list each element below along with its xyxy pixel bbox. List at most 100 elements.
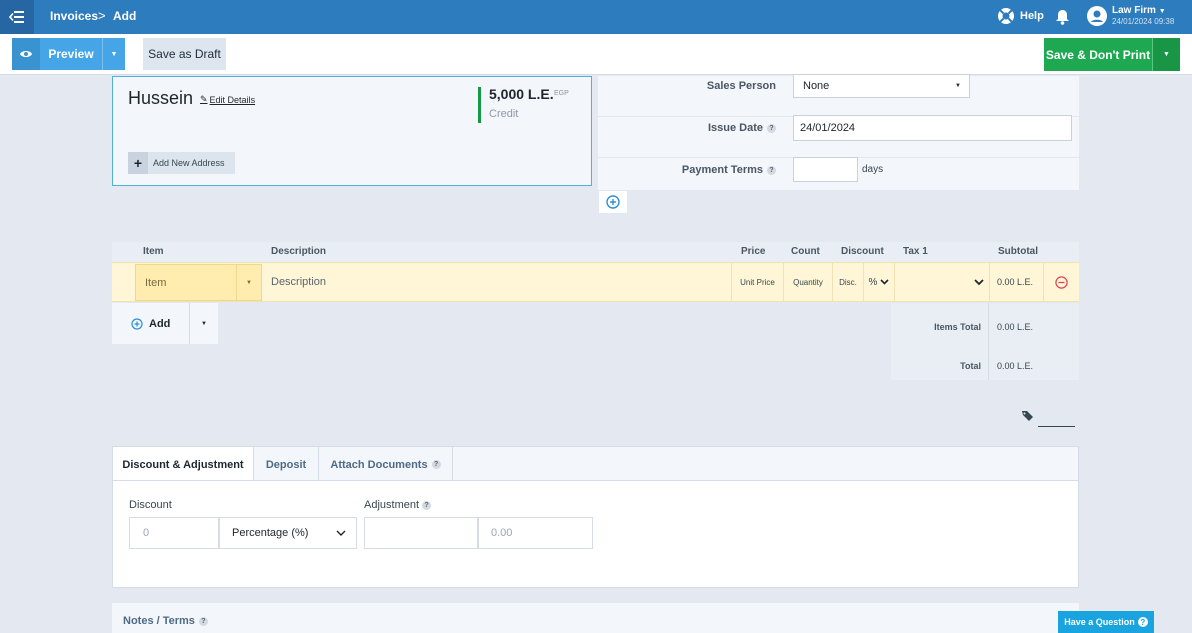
chevron-down-icon — [880, 279, 890, 285]
edit-details-link[interactable]: ✎ Edit Details — [200, 94, 255, 105]
client-name: Hussein — [128, 88, 194, 108]
user-avatar-icon — [1087, 6, 1107, 26]
tab-deposit[interactable]: Deposit — [254, 447, 319, 482]
user-name: Law Firm — [1112, 5, 1156, 16]
item-select[interactable]: Item ▼ — [135, 264, 262, 301]
issue-date-label-wrap: Issue Date ? — [708, 122, 776, 134]
adjustment-name-input[interactable] — [364, 517, 478, 549]
sales-person-select[interactable]: None ▼ — [793, 74, 970, 98]
add-new-address-button[interactable]: + Add New Address — [128, 152, 235, 174]
balance-type: Credit — [489, 108, 519, 120]
discount-type-select[interactable]: % — [864, 263, 895, 301]
menu-toggle-button[interactable] — [0, 0, 34, 34]
payment-terms-input[interactable] — [793, 157, 858, 182]
preview-label: Preview — [48, 47, 94, 61]
tags-input-underline[interactable] — [1038, 426, 1075, 427]
caret-down-icon: ▼ — [1163, 51, 1170, 58]
discount-adjustment-panel: Discount 0 Percentage (%) Adjustment ? 0… — [112, 480, 1079, 588]
item-select-value: Item — [145, 276, 167, 289]
notes-label-wrap: Notes / Terms ? — [123, 615, 208, 627]
client-balance: 5,000 L.E. — [489, 86, 554, 102]
adjustment-value-input[interactable]: 0.00 — [478, 517, 593, 549]
totals-box: Items Total 0.00 L.E. Total 0.00 L.E. — [891, 303, 1079, 380]
payment-terms-row: Payment Terms ? days — [598, 157, 1079, 199]
sales-person-value: None — [803, 80, 830, 92]
preview-button[interactable]: Preview ▼ — [12, 38, 125, 70]
totals-divider — [988, 303, 989, 380]
options-tabs: Discount & Adjustment Deposit Attach Doc… — [112, 446, 1079, 483]
help-icon[interactable]: ? — [767, 123, 776, 133]
edit-details-label: Edit Details — [209, 94, 256, 105]
col-discount: Discount — [841, 246, 884, 257]
total-value: 0.00 L.E. — [997, 361, 1034, 371]
tax1-select[interactable] — [895, 263, 990, 301]
bell-icon — [1056, 10, 1069, 25]
help-icon[interactable]: ? — [767, 165, 776, 175]
discount-type-value: Percentage (%) — [232, 527, 309, 539]
help-icon[interactable]: ? — [431, 460, 441, 469]
user-menu[interactable]: Law Firm ▼ 24/01/2024 09:38 — [1087, 5, 1174, 27]
discount-type-select[interactable]: Percentage (%) — [219, 517, 357, 549]
issue-date-label: Issue Date — [707, 122, 763, 134]
payment-terms-label-wrap: Payment Terms ? — [682, 164, 776, 176]
pencil-icon: ✎ — [200, 94, 208, 104]
balance-indicator — [478, 87, 481, 123]
quantity-input[interactable]: Quantity — [784, 263, 833, 301]
notes-section: Notes / Terms ? — [112, 603, 1079, 633]
help-button[interactable]: Help — [997, 7, 1044, 25]
client-card: Hussein ✎ Edit Details 5,000 L.E. EGP Cr… — [112, 76, 592, 186]
unit-price-input[interactable]: Unit Price — [732, 263, 784, 301]
description-input[interactable]: Description — [262, 263, 732, 301]
discount-type-value: % — [868, 276, 878, 288]
breadcrumb-separator: > — [98, 8, 106, 23]
plus-circle-icon — [606, 195, 620, 209]
help-icon[interactable]: ? — [422, 500, 432, 510]
eye-icon — [12, 38, 40, 70]
sales-person-row: Sales Person None ▼ — [598, 74, 1079, 117]
save-dont-print-button[interactable]: Save & Don't Print ▼ — [1044, 38, 1180, 71]
add-item-dropdown-toggle[interactable]: ▼ — [189, 303, 218, 344]
add-item-button[interactable]: Add — [112, 303, 189, 344]
notes-label: Notes / Terms — [123, 615, 195, 627]
invoice-details-form: Sales Person None ▼ Issue Date ? 24/01/2… — [598, 74, 1079, 190]
notifications-button[interactable] — [1055, 9, 1070, 28]
add-field-button[interactable] — [599, 191, 627, 213]
plus-icon: + — [128, 152, 148, 174]
tab-attach-documents-label: Attach Documents — [330, 458, 428, 471]
tags-button[interactable] — [1021, 410, 1034, 425]
help-icon[interactable]: ? — [198, 616, 208, 626]
tab-discount-adjustment-label: Discount & Adjustment — [122, 459, 244, 471]
lifebuoy-icon — [998, 8, 1014, 24]
discount-label: Discount — [129, 499, 172, 511]
minus-circle-icon — [1055, 275, 1068, 289]
col-subtotal: Subtotal — [998, 246, 1038, 257]
have-a-question-button[interactable]: Have a Question ? — [1058, 611, 1154, 633]
tab-attach-documents[interactable]: Attach Documents ? — [319, 447, 453, 482]
total-label: Total — [960, 361, 981, 371]
sales-person-label: Sales Person — [706, 80, 776, 92]
issue-date-row: Issue Date ? 24/01/2024 — [598, 115, 1079, 158]
chevron-down-icon: ▼ — [1158, 8, 1166, 15]
save-dropdown-toggle[interactable]: ▼ — [1152, 38, 1180, 71]
user-datetime: 24/01/2024 09:38 — [1112, 17, 1175, 26]
col-count: Count — [791, 246, 820, 257]
adjustment-label-wrap: Adjustment ? — [364, 499, 432, 511]
caret-down-icon: ▼ — [955, 83, 961, 89]
tab-deposit-label: Deposit — [265, 458, 307, 471]
col-price: Price — [741, 246, 766, 257]
help-label: Help — [1020, 10, 1044, 22]
col-item: Item — [143, 246, 164, 257]
issue-date-input[interactable]: 24/01/2024 — [793, 115, 1072, 141]
save-draft-button[interactable]: Save as Draft — [143, 38, 226, 70]
items-total-value: 0.00 L.E. — [997, 322, 1034, 332]
caret-down-icon: ▼ — [236, 264, 261, 301]
caret-down-icon: ▼ — [201, 320, 207, 327]
menu-collapse-icon — [9, 11, 24, 23]
preview-dropdown-toggle[interactable]: ▼ — [102, 38, 125, 70]
tab-discount-adjustment[interactable]: Discount & Adjustment — [113, 447, 254, 483]
discount-input[interactable]: Disc. — [833, 263, 864, 301]
adjustment-label: Adjustment — [364, 499, 420, 511]
remove-row-button[interactable] — [1044, 263, 1079, 301]
breadcrumb-invoices-link[interactable]: Invoices — [50, 9, 98, 23]
discount-value-input[interactable]: 0 — [129, 517, 219, 549]
